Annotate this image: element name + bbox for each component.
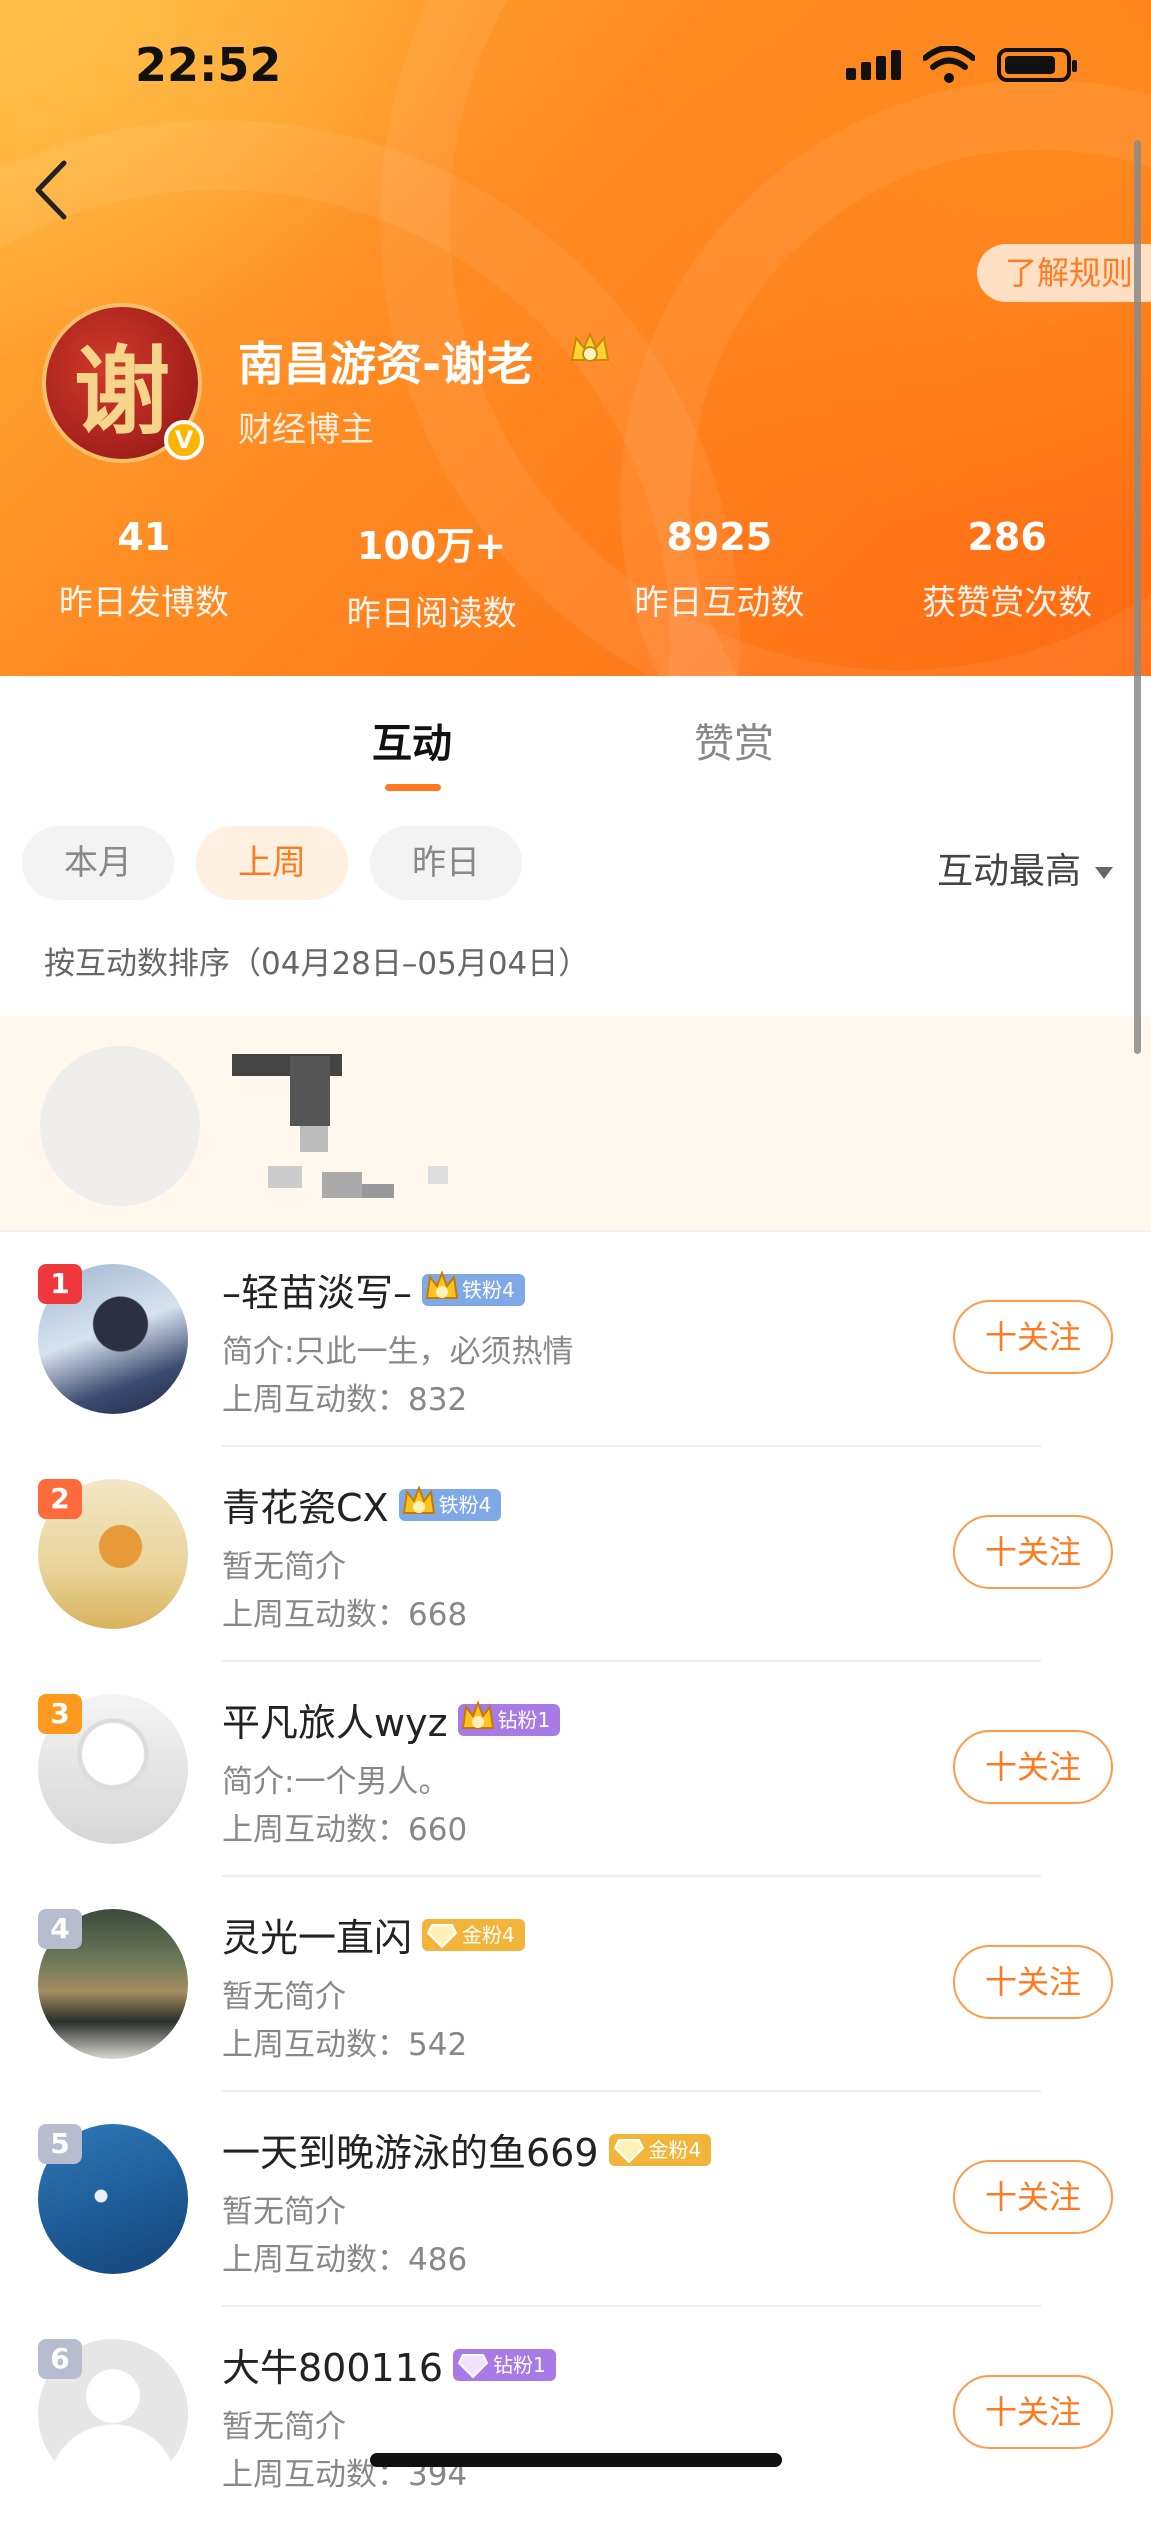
stat-value: 8925 <box>666 515 773 559</box>
follow-button[interactable]: 十关注 <box>953 1730 1113 1804</box>
blurred-avatar <box>40 1046 200 1206</box>
badge-label: 金粉4 <box>648 2137 702 2162</box>
stat-label: 昨日互动数 <box>634 583 805 623</box>
fan-interaction-count: 上周互动数：832 <box>222 1382 468 1418</box>
crown-icon <box>570 331 610 362</box>
fan-name[interactable]: 大牛800116 <box>222 2337 443 2392</box>
sort-dropdown[interactable]: 互动最高 <box>937 842 1113 894</box>
list-item[interactable]: 5 一天到晚游泳的鱼669 金粉4 暂无简介 上周互动数：486 十关注 <box>0 2092 1151 2307</box>
fan-interaction-count: 上周互动数：668 <box>222 1597 468 1633</box>
stat-label: 昨日发博数 <box>58 583 229 623</box>
tab-interaction[interactable]: 互动 <box>372 711 452 769</box>
fan-level-badge: 金粉4 <box>422 1918 525 1951</box>
gem-icon <box>457 2353 489 2378</box>
list-item[interactable]: 1 –轻苗淡写– 铁粉4 简介:只此一生，必须热情 上周互动数：832 十关注 <box>0 1232 1151 1447</box>
fan-intro: 简介:一个男人。 <box>222 1764 450 1800</box>
fan-intro: 暂无简介 <box>222 1979 346 2015</box>
wifi-icon <box>923 46 975 83</box>
fan-interaction-count: 上周互动数：542 <box>222 2027 468 2063</box>
rank-badge: 6 <box>38 2339 82 2379</box>
list-item[interactable]: 2 青花瓷CX 铁粉4 暂无简介 上周互动数：668 十关注 <box>0 1447 1151 1662</box>
gem-icon <box>426 1923 458 1948</box>
follow-button[interactable]: 十关注 <box>953 1300 1113 1374</box>
rules-button[interactable]: 了解规则 <box>976 244 1151 302</box>
follow-button[interactable]: 十关注 <box>953 1515 1113 1589</box>
rank-badge: 5 <box>38 2124 82 2164</box>
filter-this-month[interactable]: 本月 <box>22 826 174 900</box>
fan-list: 1 –轻苗淡写– 铁粉4 简介:只此一生，必须热情 上周互动数：832 十关注 … <box>0 1232 1151 2522</box>
stat-label: 昨日阅读数 <box>346 594 517 634</box>
stat-value: 286 <box>967 515 1047 559</box>
gem-icon <box>613 2138 644 2163</box>
stat-interactions: 8925 昨日互动数 <box>576 515 864 635</box>
home-indicator[interactable] <box>370 2453 782 2467</box>
follow-button[interactable]: 十关注 <box>953 2160 1113 2234</box>
fan-name[interactable]: 平凡旅人wyz <box>222 1692 448 1747</box>
stats-row: 41 昨日发博数 100万+ 昨日阅读数 8925 昨日互动数 286 获赞赏次… <box>0 515 1151 635</box>
follow-button[interactable]: 十关注 <box>953 2375 1113 2449</box>
stat-label: 获赞赏次数 <box>922 583 1093 623</box>
list-item[interactable]: 6 大牛800116 钻粉1 暂无简介 上周互动数：394 十关注 <box>0 2307 1151 2522</box>
stat-reads: 100万+ 昨日阅读数 <box>288 515 576 635</box>
sort-label: 互动最高 <box>936 851 1081 892</box>
status-icons <box>846 46 1077 84</box>
scrollbar[interactable] <box>1134 140 1141 1054</box>
fan-intro: 简介:只此一生，必须热情 <box>222 1334 574 1370</box>
badge-label: 铁粉4 <box>438 1492 492 1517</box>
period-filter: 本月 上周 昨日 <box>22 826 522 900</box>
fan-level-badge: 铁粉4 <box>422 1269 525 1306</box>
badge-label: 钻粉1 <box>493 2352 546 2377</box>
rank-badge: 2 <box>38 1479 82 1519</box>
fan-name[interactable]: 一天到晚游泳的鱼669 <box>222 2122 599 2177</box>
rank-badge: 4 <box>38 1909 82 1949</box>
tab-bar: 互动 赞赏 <box>0 676 1151 796</box>
rank-badge: 1 <box>38 1264 82 1304</box>
badge-label: 钻粉1 <box>497 1707 551 1732</box>
verified-icon: V <box>164 420 204 460</box>
fan-level-badge: 钻粉1 <box>453 2348 556 2381</box>
rank-badge: 3 <box>38 1694 82 1734</box>
badge-label: 铁粉4 <box>462 1277 515 1302</box>
fan-name[interactable]: 青花瓷CX <box>222 1477 389 1532</box>
stat-value: 100万+ <box>357 524 507 568</box>
status-time: 22:52 <box>135 38 282 92</box>
fan-level-badge: 铁粉4 <box>398 1484 502 1521</box>
crown-icon <box>402 1484 435 1514</box>
tab-rewards[interactable]: 赞赏 <box>694 711 774 769</box>
avatar-char: 谢 <box>74 334 170 448</box>
fan-interaction-count: 上周互动数：486 <box>222 2242 468 2278</box>
list-item[interactable]: 3 平凡旅人wyz 钻粉1 简介:一个男人。 上周互动数：660 十关注 <box>0 1662 1151 1877</box>
dropdown-arrow-icon <box>1095 867 1113 879</box>
fan-intro: 暂无简介 <box>222 1549 346 1585</box>
user-subtitle: 财经博主 <box>238 410 374 450</box>
fan-level-badge: 钻粉1 <box>457 1699 561 1736</box>
filter-yesterday[interactable]: 昨日 <box>370 826 522 900</box>
crown-icon <box>461 1699 494 1729</box>
battery-icon <box>997 48 1077 82</box>
filter-last-week[interactable]: 上周 <box>196 826 348 900</box>
cellular-signal-icon <box>846 50 901 80</box>
profile-header: 22:52 了解规则 谢 V 南昌游资-谢老 财经博主 41 昨日发博数 100… <box>0 0 1151 676</box>
stat-value: 41 <box>117 515 171 559</box>
badge-label: 金粉4 <box>462 1922 515 1947</box>
my-rank-row <box>0 1016 1151 1232</box>
range-note: 按互动数排序（04月28日–05月04日） <box>44 946 590 982</box>
crown-icon <box>425 1269 459 1299</box>
fan-name[interactable]: 灵光一直闪 <box>222 1907 412 1962</box>
fan-intro: 暂无简介 <box>222 2409 346 2445</box>
user-name[interactable]: 南昌游资-谢老 <box>238 328 533 394</box>
fan-interaction-count: 上周互动数：660 <box>222 1812 468 1848</box>
list-item[interactable]: 4 灵光一直闪 金粉4 暂无简介 上周互动数：542 十关注 <box>0 1877 1151 2092</box>
back-arrow-icon[interactable] <box>28 155 78 225</box>
tab-indicator <box>385 784 441 791</box>
stat-posts: 41 昨日发博数 <box>0 515 288 635</box>
fan-level-badge: 金粉4 <box>608 2133 712 2166</box>
follow-button[interactable]: 十关注 <box>953 1945 1113 2019</box>
stat-rewards: 286 获赞赏次数 <box>863 515 1151 635</box>
fan-intro: 暂无简介 <box>222 2194 346 2230</box>
fan-name[interactable]: –轻苗淡写– <box>222 1262 412 1317</box>
